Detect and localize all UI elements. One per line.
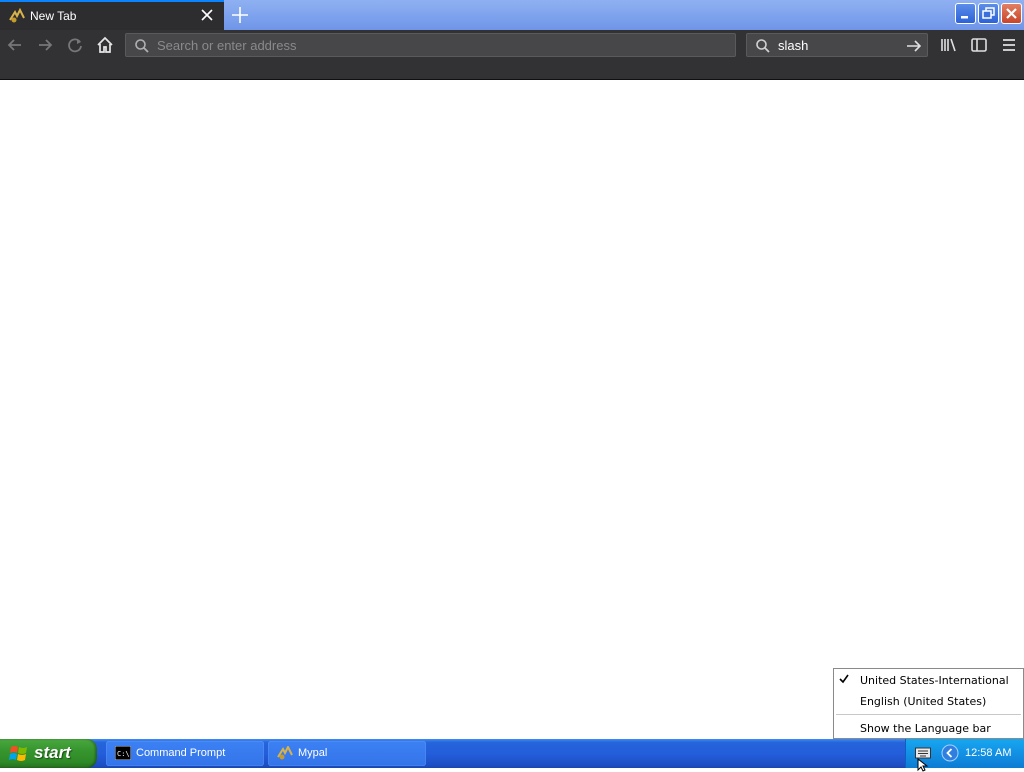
search-go-arrow-icon[interactable] — [905, 37, 923, 55]
forward-arrow-icon[interactable] — [34, 34, 56, 56]
menu-item-label: United States-International — [860, 674, 1009, 687]
cmd-icon: C:\ — [115, 746, 131, 760]
taskbar: start C:\ Command Prompt Mypal 12:58 AM — [0, 739, 1024, 768]
hamburger-menu-icon[interactable] — [998, 34, 1020, 56]
taskbar-item-label: Mypal — [298, 747, 328, 759]
minimize-icon — [961, 16, 968, 19]
page-content[interactable] — [0, 81, 1024, 739]
close-icon — [1006, 8, 1017, 19]
minimize-button[interactable] — [955, 3, 976, 24]
windows-logo-icon — [9, 746, 27, 761]
search-input[interactable] — [778, 37, 898, 54]
tab-new-tab[interactable]: New Tab — [0, 0, 224, 30]
menu-item-label: English (United States) — [860, 695, 987, 708]
search-icon — [135, 39, 149, 53]
library-icon[interactable] — [938, 34, 960, 56]
menu-item-united-states-international[interactable]: United States-International — [835, 670, 1022, 690]
address-input[interactable] — [157, 36, 717, 54]
address-bar[interactable] — [125, 33, 736, 57]
restore-button[interactable] — [978, 3, 999, 24]
search-icon — [756, 39, 770, 53]
menu-item-english-united-states[interactable]: English (United States) — [835, 691, 1022, 711]
taskbar-item-label: Command Prompt — [136, 747, 226, 759]
reload-icon[interactable] — [64, 34, 86, 56]
new-tab-plus-icon[interactable] — [229, 4, 251, 26]
menu-item-show-language-bar[interactable]: Show the Language bar — [835, 718, 1022, 738]
menu-separator — [836, 714, 1021, 715]
svg-text:C:\: C:\ — [117, 750, 130, 758]
home-icon[interactable] — [94, 34, 116, 56]
sidebar-icon[interactable] — [968, 34, 990, 56]
bookmarks-toolbar — [0, 60, 1024, 80]
navigation-toolbar — [0, 30, 1024, 60]
taskbar-item-mypal[interactable]: Mypal — [268, 741, 426, 766]
show-hidden-icons-chevron-icon[interactable] — [941, 744, 959, 762]
mypal-icon — [277, 746, 293, 760]
search-bar[interactable] — [746, 33, 928, 57]
start-label: start — [34, 743, 71, 762]
mouse-cursor-icon — [917, 758, 929, 772]
language-context-menu: United States-International English (Uni… — [833, 668, 1024, 739]
clock: 12:58 AM — [965, 747, 1012, 759]
menu-item-label: Show the Language bar — [860, 722, 991, 735]
start-button[interactable]: start — [0, 739, 97, 768]
back-arrow-icon[interactable] — [4, 34, 26, 56]
close-window-button[interactable] — [1001, 3, 1022, 24]
restore-icon — [982, 7, 995, 19]
tab-title: New Tab — [30, 9, 77, 23]
taskbar-item-command-prompt[interactable]: C:\ Command Prompt — [106, 741, 264, 766]
checkmark-icon — [839, 674, 849, 684]
title-bar: New Tab — [0, 0, 1024, 30]
close-tab-icon[interactable] — [198, 6, 216, 24]
mypal-favicon-icon — [9, 8, 25, 23]
